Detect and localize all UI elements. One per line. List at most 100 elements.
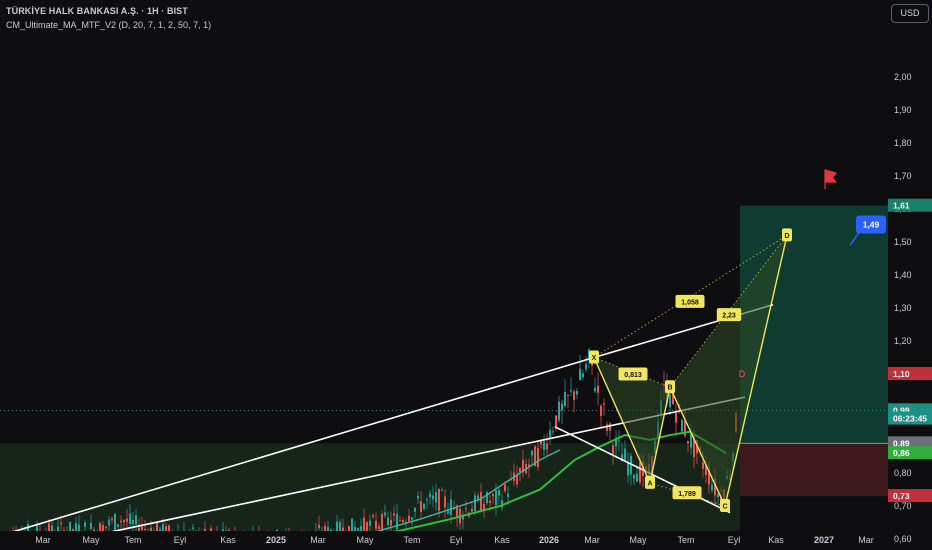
candle-body [168,525,170,532]
indicator-label: CM_Ultimate_MA_MTF_V2 (D, 20, 7, 1, 2, 5… [6,20,212,30]
candle-body [702,462,704,469]
pattern-point-x: X [589,350,599,364]
candle-body [123,520,125,523]
y-tick-label: 1,20 [894,336,912,346]
y-tick-label: 2,00 [894,72,912,82]
candle-body [516,475,518,485]
candle-body [447,510,449,514]
candle-body [396,513,398,530]
candle-body [438,489,440,511]
candle-body [363,517,365,531]
x-tick-label: Mar [310,535,326,545]
candle-body [582,373,584,378]
flag-cloth [825,169,837,183]
candle-body [585,364,587,370]
candle-body [60,523,62,525]
candle-body [192,527,194,529]
candle-body [114,513,116,531]
callout-text: 1,49 [863,220,880,230]
candle-body [408,515,410,521]
currency-button[interactable]: USD [891,4,929,23]
candle-body [624,448,626,461]
candle-body [384,512,386,516]
candle-body [633,475,635,479]
candle-body [531,450,533,456]
pattern-ratio-text: 1,789 [678,491,696,498]
candle-body [603,403,605,405]
candle-body [420,501,422,512]
candle-body [351,518,353,533]
y-tick-label: 1,40 [894,270,912,280]
pattern-point-label: A [647,480,652,487]
candle-body [600,405,602,416]
candle-body [543,441,545,450]
candle-body [597,385,599,393]
candle-body [570,390,572,392]
price-tag: 0,73 [888,489,932,503]
x-tick-label: Tem [677,535,694,545]
candle-body [126,518,128,522]
candle-body [132,520,134,525]
candle-body [441,490,443,492]
x-tick-label: Kas [220,535,236,545]
candle-body [432,495,434,500]
candle-body [387,517,389,526]
candle-body [105,526,107,528]
candle-body [120,520,122,523]
chart-root: X A B C D 0,813 1,058 1,789 2,23 D 1,49 2,00 1,90 1,8… [0,0,932,550]
x-tick-label: Kas [494,535,510,545]
pattern-point-label: B [667,385,672,392]
candle-body [639,462,641,483]
x-tick-label: Tem [403,535,420,545]
pattern-ratio-label: 1,058 [675,294,705,308]
price-tag: 06:23:45 [888,411,932,425]
candle-body [480,492,482,512]
x-tick-label: 2025 [266,535,286,545]
candle-body [561,403,563,411]
candle-body [612,445,614,454]
x-tick-label: Eyl [728,535,741,545]
x-tick-label: May [82,535,100,545]
pattern-point-label: C [722,504,727,511]
candle-body [117,524,119,527]
x-tick-label: May [629,535,647,545]
candle-body [507,493,509,498]
candle-body [129,513,131,524]
x-tick-label: Tem [124,535,141,545]
x-tick-label: 2027 [814,535,834,545]
candle-body [558,401,560,421]
candle-body [378,526,380,530]
candle-body [411,517,413,520]
candle-body [375,520,377,529]
price-chart[interactable]: X A B C D 0,813 1,058 1,789 2,23 D 1,49 2,00 1,90 1,8… [0,0,932,550]
pattern-point-label: X [592,355,597,362]
candle-body [618,440,620,442]
candle-body [495,490,497,506]
candle-body [546,443,548,450]
pattern-ratio-label: 1,789 [672,486,702,500]
price-tag: 1,61 [888,198,932,212]
x-tick-label: Eyl [450,535,463,545]
candle-body [75,523,77,532]
candle-body [318,524,320,529]
candle-body [399,519,401,521]
pattern-ratio-label: 2,23 [716,308,742,322]
y-tick-label: 1,90 [894,105,912,115]
candle-body [144,528,146,530]
pattern-ratio-text: 2,23 [722,313,736,320]
candle-body [108,519,110,526]
candle-body [579,368,581,381]
stop-zone [740,443,888,497]
candle-body [489,500,491,503]
candle-body [390,519,392,526]
flag-icon [824,169,837,190]
candle-body [636,473,638,482]
candle-body [444,496,446,508]
price-tag: 0,86 [888,446,932,460]
y-tick-label: 0,70 [894,501,912,511]
candle-body [669,394,671,408]
x-tick-label: Mar [35,535,51,545]
pattern-point-b: B [665,380,675,394]
price-tag-text: 1,61 [893,201,910,211]
x-tick-label: 2026 [539,535,559,545]
